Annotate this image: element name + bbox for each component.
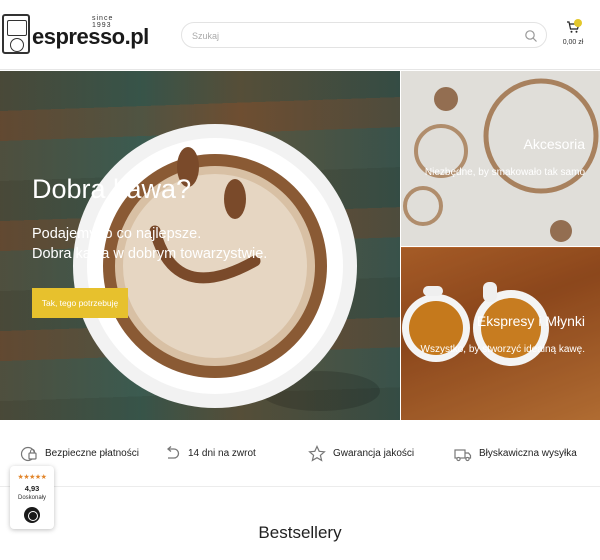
tile-accessories-title: Akcesoria	[523, 136, 585, 152]
star-outline-icon	[308, 445, 326, 462]
search-icon[interactable]	[524, 29, 538, 43]
feature-return: 14 dni na zwrot	[163, 443, 263, 465]
hero-subtitle-line1: Podajemy to co najlepsze.	[32, 226, 202, 242]
delivery-truck-icon	[454, 449, 472, 462]
trust-rating-widget[interactable]: ★★★★★ 4,93 Doskonały	[10, 466, 54, 529]
site-header: since 1993 espresso.pl 0,00 zł	[0, 0, 600, 70]
feature-secure-payment-label: Bezpieczne płatności	[45, 448, 139, 459]
hero-cta-button[interactable]: Tak, tego potrzebuję	[32, 288, 128, 318]
cart-total: 0,00 zł	[562, 39, 584, 46]
return-arrow-icon	[166, 446, 180, 459]
rating-stars-icon: ★★★★★	[17, 474, 47, 481]
tile-machines-grinders[interactable]: Ekspresy i Młynki Wszystko, by stworzyć …	[401, 247, 600, 420]
feature-fast-shipping-label: Błyskawiczna wysyłka	[479, 448, 577, 459]
coffee-stains-image	[401, 71, 600, 246]
trusted-shops-badge-icon	[24, 507, 40, 523]
hero-subtitle: Podajemy to co najlepsze. Dobra kawa w d…	[32, 224, 267, 264]
tile-machines-subtitle: Wszystko, by stworzyć idealną kawę.	[420, 344, 586, 355]
feature-fast-shipping: Błyskawiczna wysyłka	[454, 443, 584, 465]
secure-payment-icon	[20, 446, 37, 462]
search-input[interactable]	[192, 27, 512, 45]
feature-quality-label: Gwarancja jakości	[333, 448, 415, 459]
tile-accessories[interactable]: Akcesoria Niezbędne, by smakowało tak sa…	[401, 71, 600, 246]
feature-secure-payment: Bezpieczne płatności	[20, 443, 140, 465]
hero-title: Dobra kawa?	[32, 174, 192, 204]
features-bar: Bezpieczne płatności 14 dni na zwrot Gwa…	[0, 421, 600, 487]
cart-button[interactable]: 0,00 zł	[557, 19, 589, 50]
rating-label: Doskonały	[17, 495, 46, 501]
tile-machines-title: Ekspresy i Młynki	[476, 313, 585, 329]
cart-badge	[574, 19, 582, 27]
espresso-logo[interactable]: since 1993 espresso.pl	[2, 12, 149, 58]
logo-text: espresso.pl	[32, 24, 149, 49]
search-bar	[181, 22, 547, 48]
espresso-cups-image	[401, 248, 600, 420]
feature-return-label: 14 dni na zwrot	[188, 448, 256, 459]
feature-quality: Gwarancja jakości	[308, 443, 418, 465]
espresso-machine-logo-icon	[2, 14, 30, 54]
rating-score: 4,93	[24, 484, 40, 493]
tile-accessories-subtitle: Niezbędne, by smakowało tak samo	[424, 167, 585, 178]
hero-banner[interactable]: Dobra kawa? Podajemy to co najlepsze. Do…	[0, 71, 400, 420]
section-title-bestsellers: Bestsellery	[258, 523, 342, 542]
hero-subtitle-line2: Dobra kawa w dobrym towarzystwie.	[32, 246, 268, 262]
